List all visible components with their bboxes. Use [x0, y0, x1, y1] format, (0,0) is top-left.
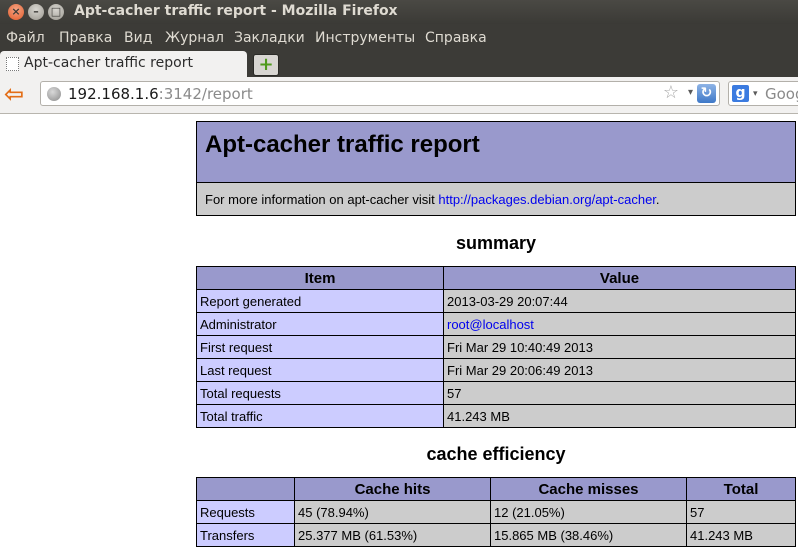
- row-value: Fri Mar 29 10:40:49 2013: [443, 335, 796, 359]
- new-tab-button[interactable]: +: [253, 54, 279, 76]
- administrator-email-link[interactable]: root@localhost: [447, 317, 534, 332]
- column-header-total: Total: [686, 477, 796, 501]
- column-header-item: Item: [196, 266, 444, 290]
- cache-hits-cell: 45 (78.94%): [294, 500, 491, 524]
- report-container: Apt-cacher traffic report For more infor…: [196, 121, 796, 547]
- cache-hits-cell: 25.377 MB (61.53%): [294, 523, 491, 547]
- cache-efficiency-heading: cache efficiency: [426, 444, 566, 464]
- back-button[interactable]: ⇦: [4, 82, 30, 107]
- row-label: Transfers: [196, 523, 295, 547]
- page-favicon-icon: [6, 57, 19, 71]
- table-row: Total requests 57: [196, 381, 796, 405]
- url-path: :3142/report: [158, 85, 253, 103]
- row-label: Requests: [196, 500, 295, 524]
- row-label: Last request: [196, 358, 444, 382]
- table-row: Requests 45 (78.94%) 12 (21.05%) 57: [196, 500, 796, 524]
- search-engine-dropdown-icon[interactable]: ▾: [753, 89, 758, 99]
- row-label: Administrator: [196, 312, 444, 336]
- total-cell: 57: [686, 500, 796, 524]
- minimize-window-button[interactable]: –: [28, 4, 44, 20]
- row-label: Total requests: [196, 381, 444, 405]
- report-title-cell: Apt-cacher traffic report: [196, 121, 796, 183]
- total-cell: 41.243 MB: [686, 523, 796, 547]
- report-header-table: Apt-cacher traffic report For more infor…: [196, 121, 796, 216]
- table-row: First request Fri Mar 29 10:40:49 2013: [196, 335, 796, 359]
- cache-efficiency-table: Cache hits Cache misses Total Requests 4…: [196, 477, 796, 547]
- menu-file[interactable]: Файл: [6, 30, 45, 46]
- menu-help[interactable]: Справка: [425, 30, 487, 46]
- column-header-value: Value: [443, 266, 796, 290]
- menu-bar: Файл Правка Вид Журнал Закладки Инструме…: [0, 24, 798, 51]
- column-header-cache-hits: Cache hits: [294, 477, 491, 501]
- row-value: root@localhost: [443, 312, 796, 336]
- menu-tools[interactable]: Инструменты: [315, 30, 415, 46]
- summary-heading: summary: [455, 233, 537, 253]
- column-header-blank: [196, 477, 295, 501]
- menu-bookmarks[interactable]: Закладки: [234, 30, 305, 46]
- site-identity-icon[interactable]: [47, 87, 61, 101]
- report-title: Apt-cacher traffic report: [205, 131, 480, 158]
- maximize-window-button[interactable]: □: [48, 4, 64, 20]
- search-bar[interactable]: g ▾ Goog: [728, 81, 798, 106]
- tab-active[interactable]: Apt-cacher traffic report: [0, 51, 247, 77]
- url-host: 192.168.1.6: [68, 85, 159, 103]
- url-history-dropdown-icon[interactable]: ▾: [688, 87, 693, 98]
- table-row: Last request Fri Mar 29 20:06:49 2013: [196, 358, 796, 382]
- row-label: Total traffic: [196, 404, 444, 428]
- table-row: Transfers 25.377 MB (61.53%) 15.865 MB (…: [196, 523, 796, 547]
- page-content: Apt-cacher traffic report For more infor…: [0, 114, 798, 556]
- table-row: Administrator root@localhost: [196, 312, 796, 336]
- row-value: 41.243 MB: [443, 404, 796, 428]
- menu-edit[interactable]: Правка: [59, 30, 112, 46]
- row-label: First request: [196, 335, 444, 359]
- url-bar[interactable]: 192.168.1.6:3142/report ☆ ▾ ↻: [40, 81, 720, 106]
- bookmark-star-icon[interactable]: ☆: [663, 82, 679, 103]
- report-info-cell: For more information on apt-cacher visit…: [196, 182, 796, 216]
- info-suffix: .: [655, 191, 660, 207]
- summary-table: Item Value Report generated 2013-03-29 2…: [196, 266, 796, 428]
- row-value: 57: [443, 381, 796, 405]
- table-row: Report generated 2013-03-29 20:07:44: [196, 289, 796, 313]
- google-search-engine-icon[interactable]: g: [732, 85, 749, 102]
- table-row: Total traffic 41.243 MB: [196, 404, 796, 428]
- row-value: Fri Mar 29 20:06:49 2013: [443, 358, 796, 382]
- cache-misses-cell: 15.865 MB (38.46%): [490, 523, 687, 547]
- cache-misses-cell: 12 (21.05%): [490, 500, 687, 524]
- apt-cacher-link[interactable]: http://packages.debian.org/apt-cacher: [438, 192, 656, 207]
- tab-strip: Apt-cacher traffic report +: [0, 51, 798, 77]
- row-label: Report generated: [196, 289, 444, 313]
- url-text[interactable]: 192.168.1.6:3142/report: [68, 85, 253, 103]
- close-window-button[interactable]: ×: [8, 4, 24, 20]
- reload-button[interactable]: ↻: [697, 84, 716, 103]
- column-header-cache-misses: Cache misses: [490, 477, 687, 501]
- menu-history[interactable]: Журнал: [165, 30, 224, 46]
- window-titlebar: × – □ Apt-cacher traffic report - Mozill…: [0, 0, 798, 24]
- navigation-toolbar: ⇦ 192.168.1.6:3142/report ☆ ▾ ↻ g ▾ Goog: [0, 77, 798, 114]
- window-title: Apt-cacher traffic report - Mozilla Fire…: [74, 3, 398, 19]
- info-text: For more information on apt-cacher visit: [205, 191, 439, 207]
- row-value: 2013-03-29 20:07:44: [443, 289, 796, 313]
- search-input-placeholder[interactable]: Goog: [765, 85, 798, 103]
- tab-title: Apt-cacher traffic report: [24, 55, 193, 71]
- menu-view[interactable]: Вид: [124, 30, 152, 46]
